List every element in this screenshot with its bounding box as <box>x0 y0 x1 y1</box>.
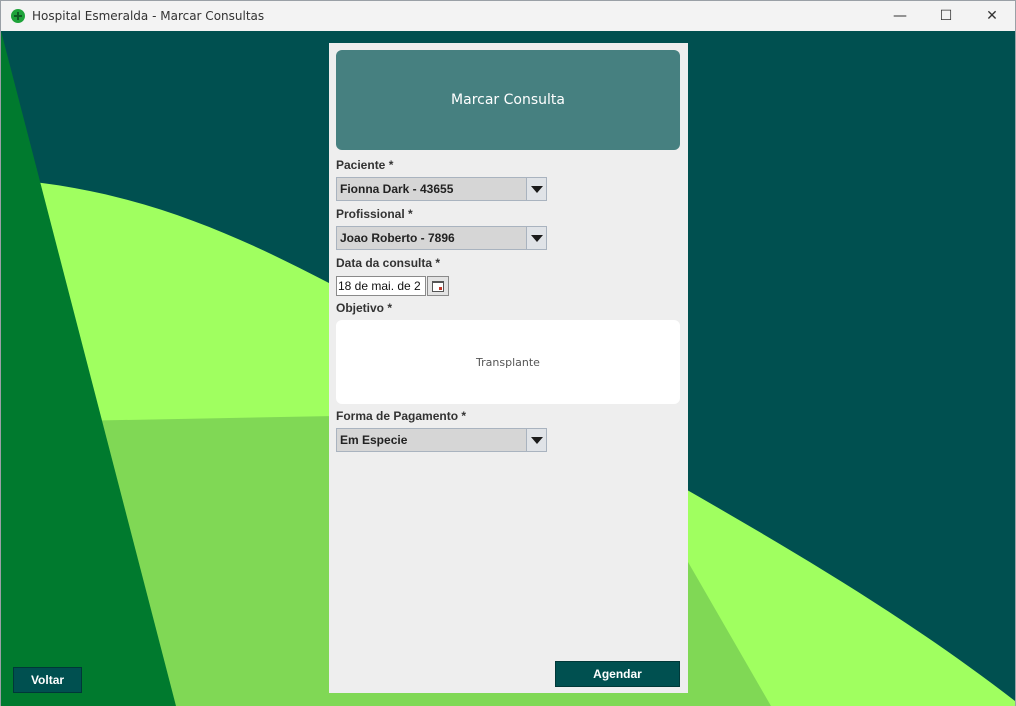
data-consulta-label: Data da consulta * <box>336 256 441 270</box>
window-title: Hospital Esmeralda - Marcar Consultas <box>32 9 265 23</box>
maximize-button[interactable]: ☐ <box>923 1 969 31</box>
minimize-button[interactable]: — <box>877 1 923 31</box>
agendar-button[interactable]: Agendar <box>555 661 680 687</box>
data-consulta-input[interactable]: 18 de mai. de 2 <box>336 276 426 296</box>
chevron-down-icon[interactable] <box>526 429 546 451</box>
chevron-down-icon[interactable] <box>526 227 546 249</box>
voltar-button[interactable]: Voltar <box>13 667 82 693</box>
close-button[interactable]: ✕ <box>969 1 1015 31</box>
profissional-select[interactable]: Joao Roberto - 7896 <box>336 226 547 250</box>
paciente-select[interactable]: Fionna Dark - 43655 <box>336 177 547 201</box>
paciente-label: Paciente * <box>336 158 394 172</box>
objetivo-textarea[interactable]: Transplante <box>336 320 680 404</box>
paciente-value: Fionna Dark - 43655 <box>340 182 454 196</box>
objetivo-label: Objetivo * <box>336 301 393 315</box>
pagamento-label: Forma de Pagamento * <box>336 409 467 423</box>
pagamento-value: Em Especie <box>340 433 408 447</box>
form-panel: Marcar Consulta Paciente * Fionna Dark -… <box>329 43 688 693</box>
calendar-button[interactable] <box>427 276 449 296</box>
pagamento-select[interactable]: Em Especie <box>336 428 547 452</box>
profissional-label: Profissional * <box>336 207 413 221</box>
profissional-value: Joao Roberto - 7896 <box>340 231 455 245</box>
app-window: Hospital Esmeralda - Marcar Consultas — … <box>0 0 1016 706</box>
hospital-cross-icon <box>11 9 25 23</box>
title-bar: Hospital Esmeralda - Marcar Consultas — … <box>1 1 1015 31</box>
form-header: Marcar Consulta <box>336 50 680 150</box>
calendar-icon <box>432 280 444 292</box>
window-controls: — ☐ ✕ <box>877 1 1015 31</box>
chevron-down-icon[interactable] <box>526 178 546 200</box>
